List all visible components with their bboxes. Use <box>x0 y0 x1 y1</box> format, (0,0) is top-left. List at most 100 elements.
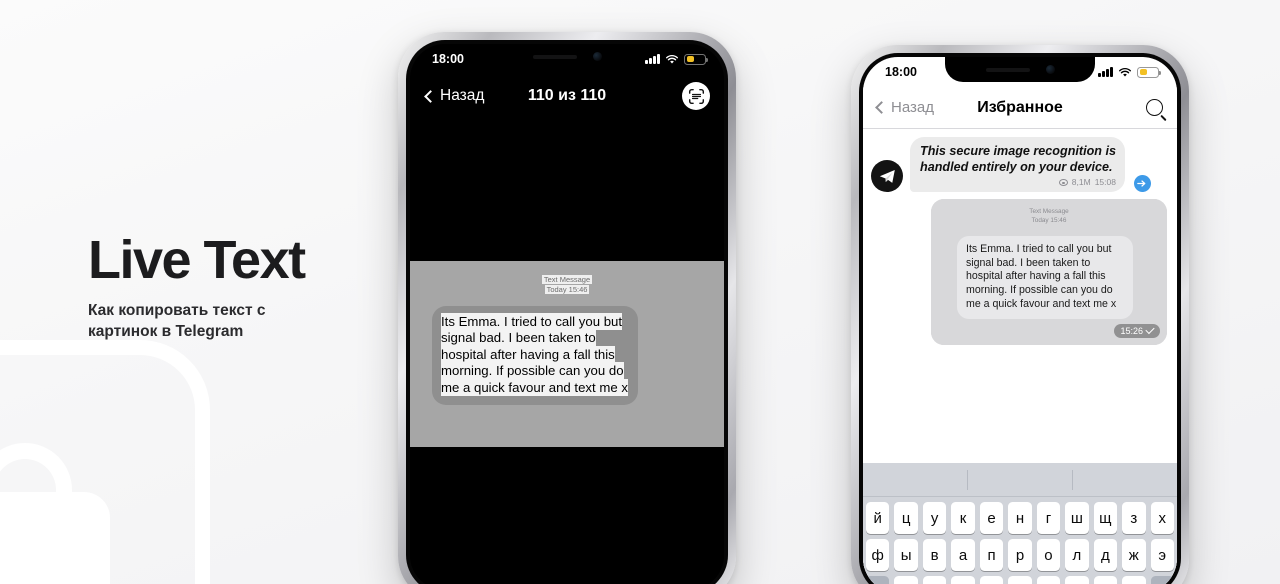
phone-right-screen: 18:00 Назад Избранное This secure image … <box>863 57 1177 584</box>
key-о[interactable]: о <box>1036 539 1061 571</box>
page-title: Live Text <box>88 230 306 290</box>
key-х[interactable]: х <box>1150 502 1174 534</box>
key-й[interactable]: й <box>866 502 890 534</box>
cellular-signal-icon <box>645 54 660 64</box>
message-time: 15:08 <box>1094 177 1116 188</box>
sms-bubble-selected[interactable]: Its Emma. I tried to call you but signal… <box>432 305 638 405</box>
prediction-slot-1[interactable] <box>863 469 968 490</box>
live-text-scan-icon <box>688 88 704 104</box>
keyboard-row-2: фывапролджэ <box>863 534 1177 571</box>
photo-viewer-navbar: Назад 110 из 110 <box>410 74 724 118</box>
page-subtitle-line2: картинок в Telegram <box>88 322 244 340</box>
key-г[interactable]: г <box>1036 502 1061 534</box>
key-л[interactable]: л <box>1065 539 1089 571</box>
status-bar-clock: 18:00 <box>885 65 917 79</box>
key-э[interactable]: э <box>1150 539 1174 571</box>
key-⌫[interactable]: ⌫ <box>1150 576 1174 584</box>
screenshot-image: Text Message Today 15:46 Its Emma. I tri… <box>931 199 1167 345</box>
screenshot-image: Text Message Today 15:46 Its Emma. I tri… <box>410 261 724 447</box>
sms-line: me a quick favour and text me x <box>441 379 628 397</box>
prediction-slot-2[interactable] <box>968 469 1073 490</box>
view-count: 8,1M <box>1071 177 1091 188</box>
device-notch <box>945 57 1095 82</box>
message-row-incoming: This secure image recognition is handled… <box>863 129 1177 193</box>
read-check-icon <box>1145 324 1155 335</box>
key-п[interactable]: п <box>979 539 1004 571</box>
key-⇧[interactable]: ⇧ <box>866 576 890 584</box>
front-camera <box>1045 65 1055 74</box>
back-button[interactable]: Назад <box>424 87 484 105</box>
sms-line: signal bad. I been taken to <box>966 256 1091 269</box>
sms-bubble: Its Emma. I tried to call you but signal… <box>957 235 1133 319</box>
live-text-button[interactable] <box>682 82 710 110</box>
key-б[interactable]: б <box>1093 576 1118 584</box>
page-subtitle-line1: Как копировать текст с <box>88 301 266 319</box>
key-н[interactable]: н <box>1008 502 1032 534</box>
back-button[interactable]: Назад <box>875 99 934 116</box>
key-ц[interactable]: ц <box>894 502 918 534</box>
battery-icon <box>684 53 708 65</box>
key-ы[interactable]: ы <box>894 539 918 571</box>
key-ш[interactable]: ш <box>1065 502 1089 534</box>
message-text-line: handled entirely on your device. <box>920 159 1113 174</box>
wifi-icon <box>1119 67 1131 77</box>
on-screen-keyboard[interactable]: йцукенгшщзх фывапролджэ ⇧ ячсмитьбю ⌫ <box>863 463 1177 584</box>
key-а[interactable]: а <box>951 539 975 571</box>
chevron-left-icon <box>424 89 437 103</box>
views-eye-icon <box>1058 178 1068 186</box>
key-с[interactable]: с <box>951 576 975 584</box>
forward-arrow-icon[interactable] <box>1133 175 1151 193</box>
chat-navbar: Назад Избранное <box>863 87 1177 129</box>
earpiece-speaker <box>985 67 1030 72</box>
key-ь[interactable]: ь <box>1065 576 1089 584</box>
key-к[interactable]: к <box>951 502 975 534</box>
device-notch <box>492 44 642 69</box>
message-bubble-incoming[interactable]: This secure image recognition is handled… <box>910 137 1125 193</box>
message-text: This secure image recognition is handled… <box>920 144 1116 175</box>
status-bar-indicators <box>645 53 708 65</box>
avatar[interactable] <box>871 160 903 193</box>
screenshot-header-date: Today 15:46 <box>544 285 590 295</box>
screenshot-header-title: Text Message <box>541 275 593 285</box>
key-м[interactable]: м <box>979 576 1004 584</box>
sms-line: Its Emma. I tried to call you but <box>441 312 623 330</box>
key-у[interactable]: у <box>922 502 947 534</box>
key-р[interactable]: р <box>1008 539 1032 571</box>
sms-line: Its Emma. I tried to call you but <box>966 242 1112 255</box>
key-и[interactable]: и <box>1008 576 1032 584</box>
status-bar-clock: 18:00 <box>432 52 464 66</box>
key-ф[interactable]: ф <box>866 539 890 571</box>
chevron-left-icon <box>875 101 888 114</box>
key-я[interactable]: я <box>894 576 918 584</box>
key-ю[interactable]: ю <box>1122 576 1146 584</box>
keyboard-row-1: йцукенгшщзх <box>863 497 1177 534</box>
keyboard-row-3: ⇧ ячсмитьбю ⌫ <box>863 571 1177 584</box>
key-в[interactable]: в <box>922 539 947 571</box>
phone-left-bezel: 18:00 Назад 110 из 110 Text Message Toda… <box>406 40 728 584</box>
prediction-slot-3[interactable] <box>1073 470 1177 490</box>
key-е[interactable]: е <box>979 502 1004 534</box>
message-time-badge: 15:26 <box>1114 323 1160 338</box>
search-icon[interactable] <box>1146 99 1163 116</box>
key-т[interactable]: т <box>1036 576 1061 584</box>
message-photo-outgoing[interactable]: Text Message Today 15:46 Its Emma. I tri… <box>931 199 1167 345</box>
key-щ[interactable]: щ <box>1093 502 1118 534</box>
sms-line: hospital after having a fall this <box>966 270 1106 283</box>
phone-left-screen: 18:00 Назад 110 из 110 Text Message Toda… <box>410 44 724 584</box>
sms-line: morning. If possible can you do <box>441 362 624 380</box>
photo-viewer-image-area[interactable]: Text Message Today 15:46 Its Emma. I tri… <box>410 118 724 584</box>
phone-right-bezel: 18:00 Назад Избранное This secure image … <box>859 53 1181 584</box>
telegram-logo-icon <box>879 169 895 183</box>
phone-right-telegram-chat: 18:00 Назад Избранное This secure image … <box>851 45 1189 584</box>
phone-left-photo-viewer: 18:00 Назад 110 из 110 Text Message Toda… <box>398 32 736 584</box>
key-з[interactable]: з <box>1122 502 1146 534</box>
key-ч[interactable]: ч <box>922 576 947 584</box>
screenshot-header-date: Today 15:46 <box>1031 217 1067 225</box>
sms-line: morning. If possible can you do <box>966 284 1113 297</box>
sms-bubble-text: Its Emma. I tried to call you but signal… <box>966 243 1124 312</box>
screenshot-header: Text Message Today 15:46 <box>426 275 708 295</box>
key-д[interactable]: д <box>1093 539 1118 571</box>
sms-bubble-text: Its Emma. I tried to call you but signal… <box>441 312 629 397</box>
forward-glyph <box>1137 180 1146 188</box>
key-ж[interactable]: ж <box>1122 539 1146 571</box>
